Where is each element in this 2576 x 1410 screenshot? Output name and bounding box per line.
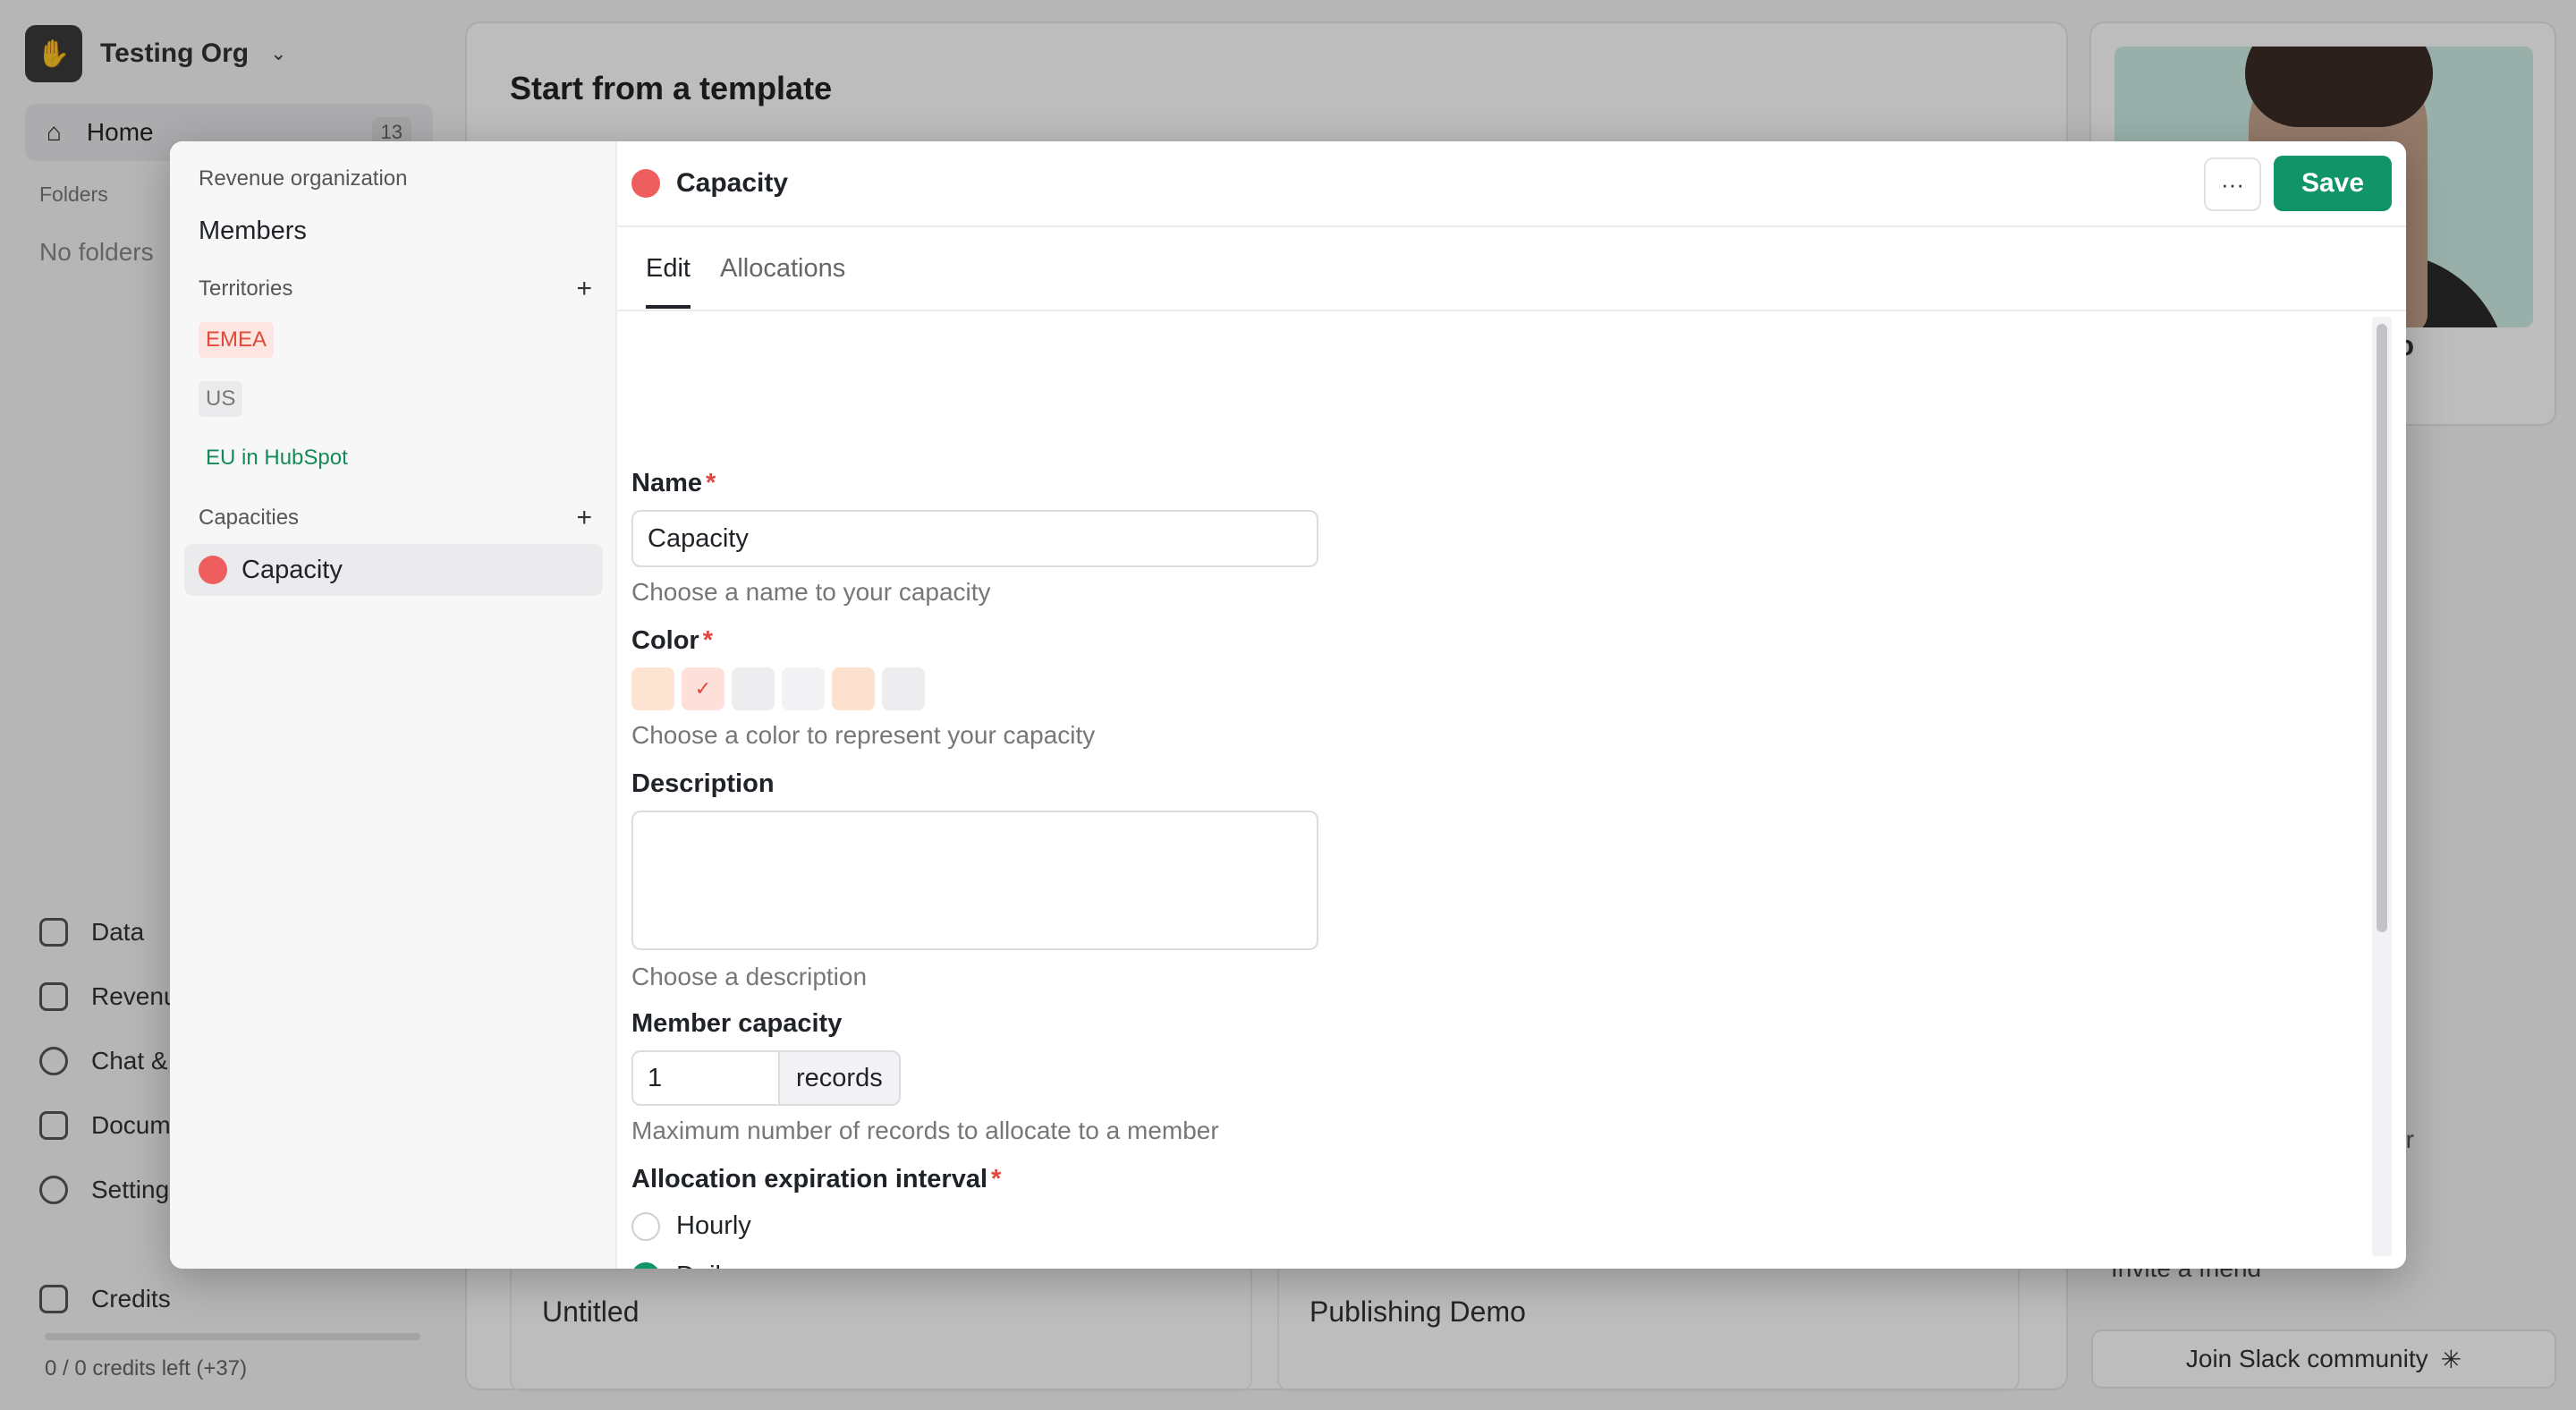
save-button[interactable]: Save — [2274, 156, 2392, 211]
revenue-org-label: Revenue organization — [199, 166, 408, 191]
interval-option-daily[interactable]: Daily — [631, 1261, 733, 1269]
modal-title: Capacity — [676, 168, 789, 198]
member-capacity-field: 1 records — [631, 1050, 901, 1106]
territory-emea[interactable]: EMEA — [199, 322, 275, 358]
description-label: Description — [631, 769, 775, 798]
members-link[interactable]: Members — [199, 217, 307, 246]
color-label: Color * — [631, 626, 714, 655]
tab-allocations[interactable]: Allocations — [720, 254, 845, 305]
color-swatch[interactable] — [832, 667, 875, 710]
interval-option-hourly[interactable]: Hourly — [631, 1211, 751, 1241]
scrollbar-thumb[interactable] — [2377, 324, 2387, 932]
radio-label: Hourly — [676, 1211, 751, 1240]
capacities-label: Capacities — [199, 505, 300, 530]
color-swatch[interactable]: ✓ — [682, 667, 724, 710]
color-swatch[interactable] — [732, 667, 775, 710]
radio-label: Daily — [676, 1261, 733, 1269]
tab-edit[interactable]: Edit — [646, 254, 691, 309]
capacity-list-item[interactable]: Capacity — [184, 544, 603, 596]
name-input[interactable]: Capacity — [631, 510, 1318, 567]
territories-label: Territories — [199, 276, 293, 301]
capacity-color-dot — [199, 556, 227, 584]
modal-tabs: Edit Allocations — [617, 227, 2406, 311]
territory-us[interactable]: US — [199, 381, 243, 417]
radio-button[interactable] — [631, 1211, 660, 1241]
more-options-button[interactable]: ··· — [2204, 157, 2261, 211]
member-capacity-unit: records — [780, 1050, 901, 1106]
description-help-text: Choose a description — [631, 963, 868, 990]
add-territory-icon[interactable]: + — [576, 276, 592, 302]
modal-content: Capacity ··· Save Edit Allocations Name *… — [617, 141, 2406, 1269]
color-help-text: Choose a color to represent your capacit… — [631, 721, 1096, 749]
territory-eu-hubspot[interactable]: EU in HubSpot — [199, 440, 355, 476]
name-label: Name * — [631, 469, 716, 497]
scrollbar[interactable] — [2372, 317, 2392, 1256]
capacity-color-dot — [631, 169, 660, 198]
modal-header: Capacity ··· Save — [617, 141, 2406, 227]
radio-button[interactable] — [631, 1261, 660, 1269]
description-textarea[interactable] — [631, 811, 1318, 950]
member-capacity-input[interactable]: 1 — [631, 1050, 780, 1106]
modal-sidebar: Revenue organization Members Territories… — [170, 141, 617, 1269]
color-swatch-picker: ✓ — [631, 667, 925, 710]
capacity-modal: Revenue organization Members Territories… — [170, 141, 2406, 1269]
member-capacity-help-text: Maximum number of records to allocate to… — [631, 1117, 1219, 1144]
capacities-header: Capacities + — [199, 505, 592, 531]
check-icon: ✓ — [694, 677, 712, 700]
color-swatch[interactable] — [631, 667, 674, 710]
color-swatch[interactable] — [782, 667, 825, 710]
territories-header: Territories + — [199, 276, 592, 302]
member-capacity-label: Member capacity — [631, 1009, 843, 1038]
name-help-text: Choose a name to your capacity — [631, 578, 991, 606]
interval-label: Allocation expiration interval * — [631, 1165, 1002, 1193]
add-capacity-icon[interactable]: + — [576, 505, 592, 531]
color-swatch[interactable] — [882, 667, 925, 710]
capacity-item-label: Capacity — [242, 555, 343, 584]
